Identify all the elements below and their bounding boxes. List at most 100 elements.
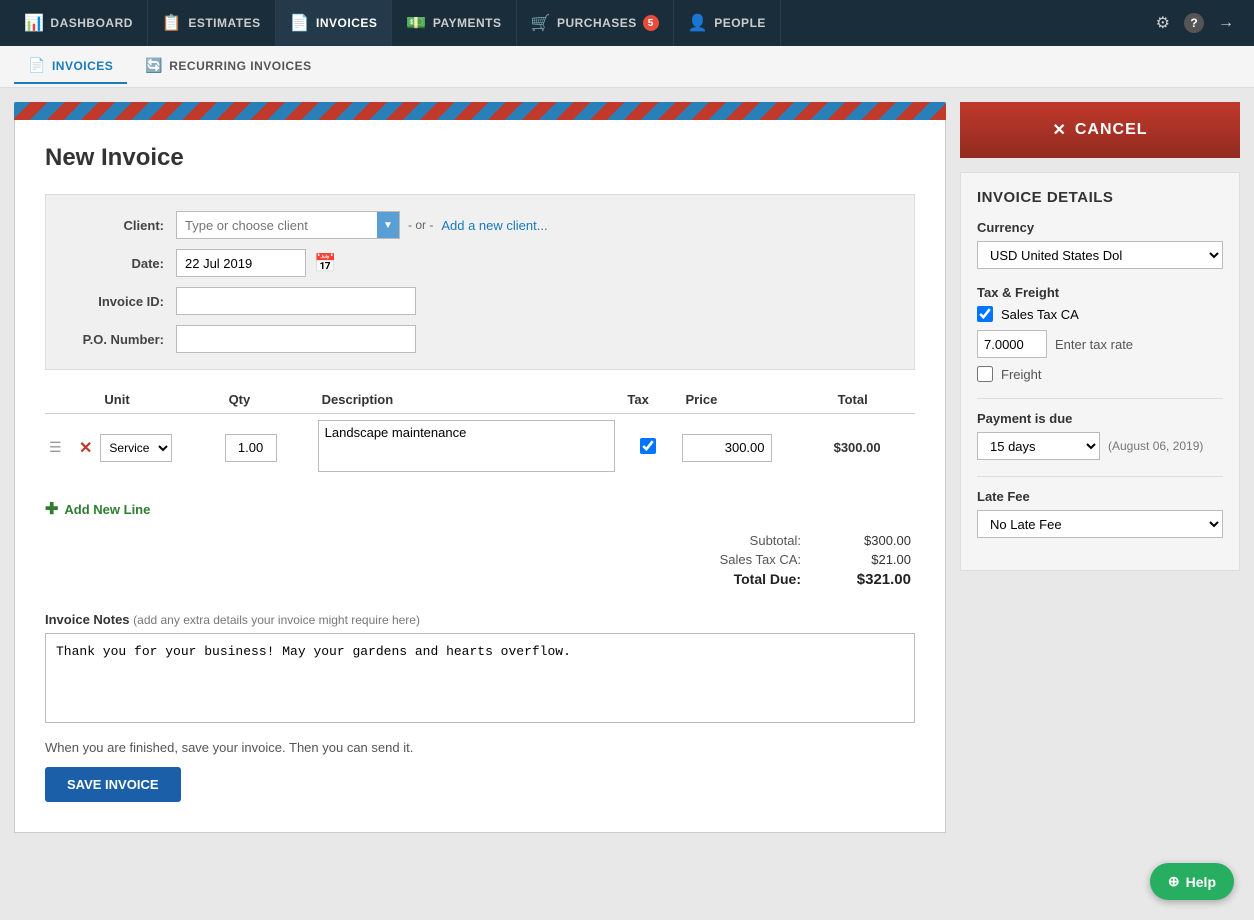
sales-tax-checkbox[interactable] [977,306,993,322]
subnav-recurring-icon: 🔄 [145,57,163,74]
total-due-row: Total Due: $321.00 [701,571,911,588]
invoice-title: New Invoice [45,144,915,172]
col-description: Description [314,386,620,414]
add-client-link[interactable]: Add a new client... [441,218,547,233]
col-tax: Tax [619,386,677,414]
totals-section: Subtotal: $300.00 Sales Tax CA: $21.00 T… [45,533,915,592]
top-nav-right: ⚙ ? → [1156,13,1244,33]
notes-sub-label: (add any extra details your invoice migh… [133,613,420,627]
po-number-row: P.O. Number: [66,325,894,353]
calendar-icon[interactable]: 📅 [314,253,336,274]
qty-input[interactable] [225,434,277,462]
freight-label: Freight [1001,367,1041,382]
sub-nav: 📄 INVOICES 🔄 RECURRING INVOICES [0,46,1254,88]
sales-tax-row-sidebar: Sales Tax CA [977,306,1223,322]
help-icon[interactable]: ? [1184,13,1204,33]
nav-purchases[interactable]: 🛒 PURCHASES 5 [517,0,674,46]
payment-due-label: Payment is due [977,411,1223,426]
settings-icon[interactable]: ⚙ [1156,13,1170,33]
subnav-recurring[interactable]: 🔄 RECURRING INVOICES [131,49,325,84]
main-container: New Invoice Client: ▼ - or - Add a new c… [0,88,1254,920]
tax-rate-row: Enter tax rate [977,330,1223,358]
invoice-card: New Invoice Client: ▼ - or - Add a new c… [14,120,946,833]
col-qty: Qty [221,386,314,414]
nav-payments-label: PAYMENTS [433,16,502,30]
tax-checkbox[interactable] [640,438,656,454]
purchases-icon: 🛒 [531,13,551,33]
nav-purchases-label: PURCHASES [557,16,637,30]
currency-select[interactable]: USD United States Dol EUR Euro GBP Briti… [977,241,1223,269]
sales-tax-value: $21.00 [831,552,911,567]
tax-rate-hint-label: Enter tax rate [1055,337,1133,352]
date-input[interactable] [176,249,306,277]
or-text: - or - [408,218,433,232]
description-textarea[interactable]: Landscape maintenance [318,420,616,472]
sidebar: ✕ CANCEL INVOICE DETAILS Currency USD Un… [960,102,1240,906]
tax-rate-input[interactable] [977,330,1047,358]
nav-estimates-label: ESTIMATES [188,16,260,30]
invoice-details-panel: INVOICE DETAILS Currency USD United Stat… [960,172,1240,571]
nav-invoices[interactable]: 📄 INVOICES [276,0,393,46]
freight-checkbox[interactable] [977,366,993,382]
col-price: Price [678,386,830,414]
dashboard-icon: 📊 [24,13,44,33]
nav-payments[interactable]: 💵 PAYMENTS [392,0,516,46]
subnav-recurring-label: RECURRING INVOICES [169,59,311,73]
invoice-area: New Invoice Client: ▼ - or - Add a new c… [14,102,946,906]
po-number-input[interactable] [176,325,416,353]
nav-people[interactable]: 👤 PEOPLE [674,0,781,46]
save-button[interactable]: SAVE INVOICE [45,767,181,802]
late-fee-label: Late Fee [977,489,1223,504]
people-icon: 👤 [688,13,708,33]
payment-due-row: 15 days 30 days 45 days 60 days Due on r… [977,432,1223,460]
payment-due-select[interactable]: 15 days 30 days 45 days 60 days Due on r… [977,432,1100,460]
help-button[interactable]: ⊕ Help [1150,863,1234,900]
panel-title: INVOICE DETAILS [977,189,1223,206]
arrow-icon[interactable]: → [1218,14,1234,32]
due-date-note: (August 06, 2019) [1108,439,1203,453]
late-fee-section: Late Fee No Late Fee 1% 2% 3% 5% [977,489,1223,538]
notes-textarea[interactable]: Thank you for your business! May your ga… [45,633,915,723]
delete-row-icon[interactable]: ✕ [79,440,92,457]
purchases-badge: 5 [643,15,659,31]
late-fee-select[interactable]: No Late Fee 1% 2% 3% 5% [977,510,1223,538]
subtotal-value: $300.00 [831,533,911,548]
price-input[interactable] [682,434,772,462]
help-label: Help [1186,874,1216,890]
table-row: ☰ ✕ Service Product Hours Landscape main… [45,414,915,482]
estimates-icon: 📋 [162,13,182,33]
sales-tax-label: Sales Tax CA: [701,552,801,567]
date-row: Date: 📅 [66,249,894,277]
divider-2 [977,476,1223,477]
drag-handle-icon[interactable]: ☰ [49,439,62,455]
subnav-invoices[interactable]: 📄 INVOICES [14,49,127,84]
nav-estimates[interactable]: 📋 ESTIMATES [148,0,276,46]
stripe-border [14,102,946,120]
line-items-table: Unit Qty Description Tax Price Total ☰ ✕ [45,386,915,481]
plus-icon: ✚ [45,499,58,519]
subnav-invoices-label: INVOICES [52,59,113,73]
invoice-id-input[interactable] [176,287,416,315]
cancel-label: CANCEL [1075,121,1148,139]
total-due-value: $321.00 [831,571,911,588]
subnav-invoices-icon: 📄 [28,57,46,74]
currency-label: Currency [977,220,1223,235]
invoices-icon: 📄 [290,13,310,33]
nav-dashboard[interactable]: 📊 DASHBOARD [10,0,148,46]
cancel-button[interactable]: ✕ CANCEL [960,102,1240,158]
total-due-label: Total Due: [701,571,801,588]
add-line-button[interactable]: ✚ Add New Line [45,493,150,525]
client-dropdown-arrow[interactable]: ▼ [377,212,399,238]
date-wrap: 📅 [176,249,336,277]
form-section: Client: ▼ - or - Add a new client... Dat… [45,194,915,370]
invoice-id-label: Invoice ID: [66,294,176,309]
client-input[interactable] [177,212,377,238]
col-unit: Unit [96,386,220,414]
unit-select[interactable]: Service Product Hours [100,434,172,462]
client-input-wrap: ▼ - or - Add a new client... [176,211,548,239]
sales-tax-row: Sales Tax CA: $21.00 [701,552,911,567]
client-label: Client: [66,218,176,233]
nav-people-label: PEOPLE [714,16,766,30]
notes-label: Invoice Notes (add any extra details you… [45,612,915,627]
date-label: Date: [66,256,176,271]
